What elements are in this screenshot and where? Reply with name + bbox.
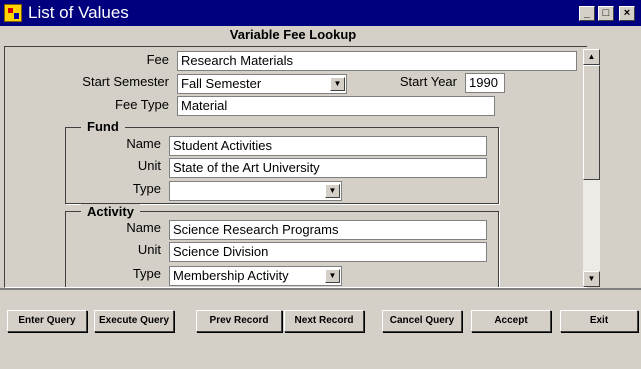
prev-record-button[interactable]: Prev Record [196, 310, 282, 332]
fee-type-field[interactable]: Material [177, 96, 495, 116]
vertical-scrollbar[interactable]: ▲ ▼ [583, 49, 600, 287]
activity-group-title: Activity [81, 204, 140, 219]
minimize-button[interactable]: _ [579, 6, 595, 21]
app-icon [4, 4, 22, 22]
activity-unit-label: Unit [137, 242, 161, 257]
activity-type-value: Membership Activity [173, 268, 289, 283]
fee-label: Fee [146, 52, 169, 67]
fund-name-label: Name [126, 136, 161, 151]
scroll-thumb[interactable] [583, 65, 600, 180]
divider [0, 288, 641, 290]
start-semester-value: Fall Semester [181, 76, 262, 91]
fund-unit-field[interactable]: State of the Art University [169, 158, 487, 178]
fund-unit-label: Unit [137, 158, 161, 173]
fund-type-select[interactable]: ▼ [169, 181, 342, 201]
activity-unit-field[interactable]: Science Division [169, 242, 487, 262]
window-title: List of Values [28, 3, 129, 22]
scroll-up-button[interactable]: ▲ [583, 49, 600, 65]
activity-name-label: Name [126, 220, 161, 235]
activity-name-field[interactable]: Science Research Programs [169, 220, 487, 240]
form-panel: Fee Research Materials Start Semester Fa… [4, 46, 587, 288]
exit-button[interactable]: Exit [560, 310, 638, 332]
list-of-values-window: List of Values _ □ × Variable Fee Lookup… [0, 0, 641, 369]
activity-type-select[interactable]: Membership Activity ▼ [169, 266, 342, 286]
execute-query-button[interactable]: Execute Query [94, 310, 174, 332]
start-year-field[interactable]: 1990 [465, 73, 505, 93]
accept-button[interactable]: Accept [471, 310, 551, 332]
start-semester-select[interactable]: Fall Semester ▼ [177, 74, 347, 94]
enter-query-button[interactable]: Enter Query [7, 310, 87, 332]
start-semester-label: Start Semester [82, 74, 169, 89]
start-year-label: Start Year [399, 74, 457, 89]
activity-type-label: Type [132, 266, 161, 281]
title-bar[interactable]: List of Values _ □ × [0, 0, 641, 26]
next-record-button[interactable]: Next Record [284, 310, 364, 332]
fund-name-field[interactable]: Student Activities [169, 136, 487, 156]
fund-type-label: Type [132, 181, 161, 196]
fee-field[interactable]: Research Materials [177, 51, 577, 71]
chevron-down-icon[interactable]: ▼ [330, 77, 345, 91]
scroll-down-button[interactable]: ▼ [583, 271, 600, 287]
chevron-down-icon[interactable]: ▼ [325, 269, 340, 283]
fee-type-label: Fee Type [115, 97, 169, 112]
fund-group-title: Fund [81, 119, 125, 134]
cancel-query-button[interactable]: Cancel Query [382, 310, 462, 332]
page-title: Variable Fee Lookup [229, 27, 357, 42]
close-button[interactable]: × [619, 6, 635, 21]
maximize-button[interactable]: □ [598, 6, 614, 21]
chevron-down-icon[interactable]: ▼ [325, 184, 340, 198]
